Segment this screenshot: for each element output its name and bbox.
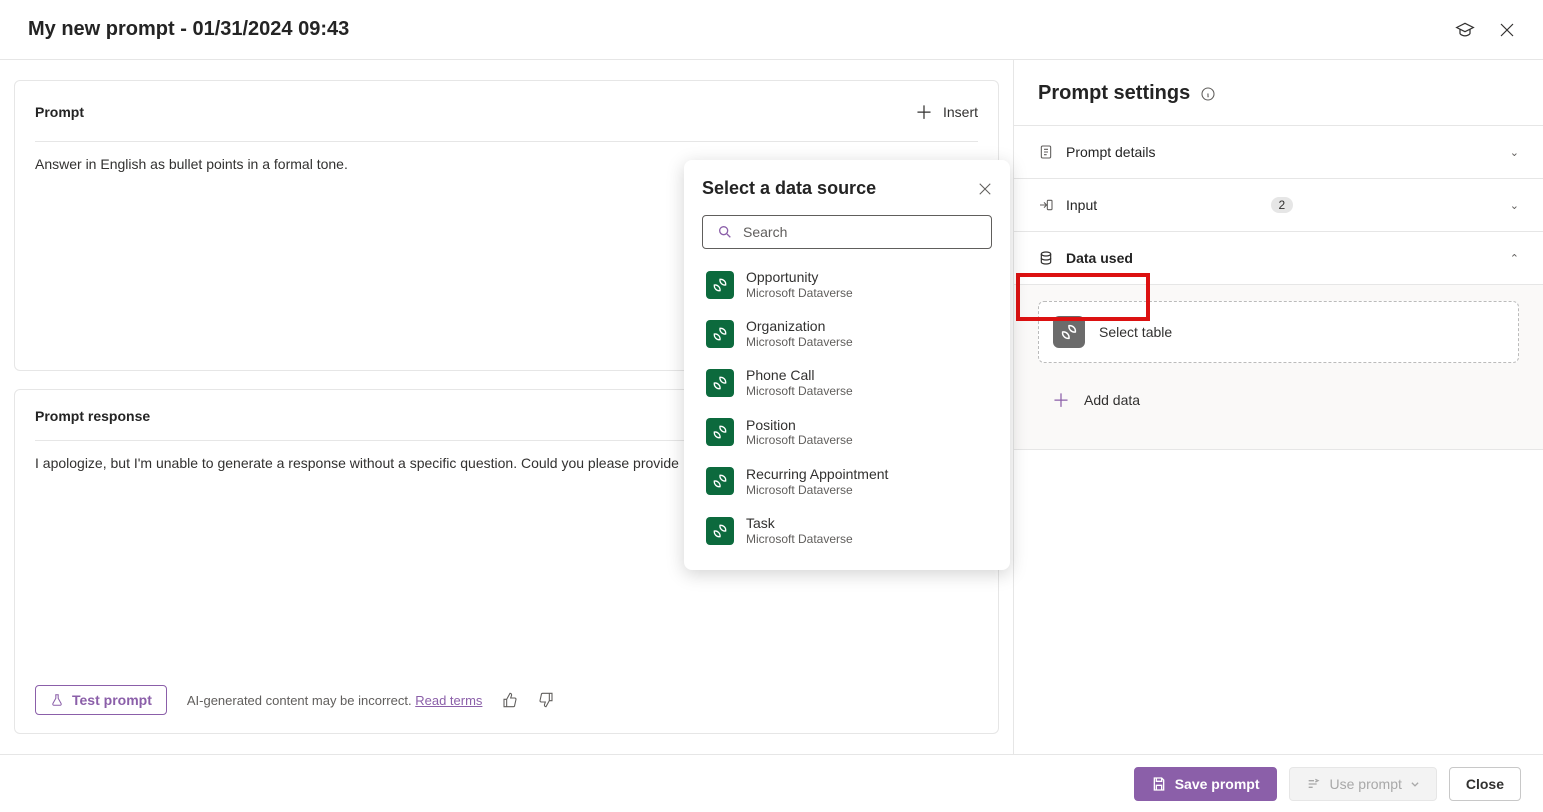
- search-input[interactable]: [743, 224, 977, 240]
- database-icon: [1038, 250, 1054, 266]
- test-prompt-button[interactable]: Test prompt: [35, 685, 167, 715]
- thumbs-up-icon[interactable]: [502, 692, 518, 708]
- settings-panel: Prompt settings Prompt details ⌄ Input 2…: [1013, 60, 1543, 754]
- header-actions: [1455, 20, 1515, 40]
- dataverse-icon: [706, 320, 734, 348]
- accordion-prompt-details[interactable]: Prompt details ⌄: [1014, 126, 1543, 179]
- thumbs-down-icon[interactable]: [538, 692, 554, 708]
- save-prompt-label: Save prompt: [1175, 776, 1260, 792]
- chevron-down-icon: [1410, 779, 1420, 789]
- dataverse-icon: [706, 369, 734, 397]
- dataverse-icon: [1053, 316, 1085, 348]
- popup-close-icon[interactable]: [978, 182, 992, 196]
- document-icon: [1038, 144, 1054, 160]
- data-source-sub: Microsoft Dataverse: [746, 483, 888, 497]
- read-terms-link[interactable]: Read terms: [415, 693, 482, 708]
- add-data-button[interactable]: ＋ Add data: [1038, 373, 1519, 427]
- popup-title: Select a data source: [702, 178, 876, 199]
- data-source-name: Opportunity: [746, 269, 853, 286]
- data-source-name: Position: [746, 417, 853, 434]
- dataverse-icon: [706, 517, 734, 545]
- search-input-wrapper[interactable]: [702, 215, 992, 249]
- data-source-name: Organization: [746, 318, 853, 335]
- data-source-sub: Microsoft Dataverse: [746, 286, 853, 300]
- dataverse-icon: [706, 271, 734, 299]
- data-source-sub: Microsoft Dataverse: [746, 433, 853, 447]
- test-prompt-label: Test prompt: [72, 692, 152, 708]
- prompt-card-title: Prompt: [35, 104, 84, 120]
- insert-button[interactable]: ＋ Insert: [915, 99, 978, 125]
- header-bar: My new prompt - 01/31/2024 09:43: [0, 0, 1543, 60]
- data-source-item[interactable]: Phone Call Microsoft Dataverse: [702, 361, 992, 404]
- info-icon[interactable]: [1200, 86, 1216, 102]
- data-used-body: Select table ＋ Add data: [1014, 284, 1543, 449]
- flow-icon: [1306, 776, 1322, 792]
- popup-header: Select a data source: [702, 178, 992, 199]
- data-source-sub: Microsoft Dataverse: [746, 335, 853, 349]
- data-source-item[interactable]: Task Microsoft Dataverse: [702, 509, 992, 552]
- ai-note: AI-generated content may be incorrect. R…: [187, 693, 483, 708]
- graduation-icon[interactable]: [1455, 20, 1475, 40]
- data-source-item[interactable]: Opportunity Microsoft Dataverse: [702, 263, 992, 306]
- use-prompt-button: Use prompt: [1289, 767, 1437, 801]
- data-source-name: Task: [746, 515, 853, 532]
- data-source-name: Phone Call: [746, 367, 853, 384]
- settings-header: Prompt settings: [1014, 60, 1543, 126]
- chevron-down-icon: ⌄: [1510, 199, 1519, 212]
- close-label: Close: [1466, 776, 1504, 792]
- insert-label: Insert: [943, 104, 978, 120]
- data-source-item[interactable]: Organization Microsoft Dataverse: [702, 312, 992, 355]
- plus-icon: ＋: [915, 99, 933, 125]
- chevron-down-icon: ⌄: [1510, 146, 1519, 159]
- save-prompt-button[interactable]: Save prompt: [1134, 767, 1277, 801]
- add-data-label: Add data: [1084, 392, 1140, 408]
- use-prompt-label: Use prompt: [1330, 776, 1402, 792]
- data-source-sub: Microsoft Dataverse: [746, 384, 853, 398]
- close-button[interactable]: Close: [1449, 767, 1521, 801]
- close-icon[interactable]: [1499, 22, 1515, 38]
- input-count-badge: 2: [1271, 197, 1294, 213]
- accordion-label: Data used: [1066, 250, 1498, 266]
- chevron-up-icon: ⌃: [1510, 252, 1519, 265]
- select-table-button[interactable]: Select table: [1038, 301, 1519, 363]
- response-card-title: Prompt response: [35, 408, 150, 424]
- accordion-input[interactable]: Input 2 ⌄: [1014, 179, 1543, 232]
- data-source-name: Recurring Appointment: [746, 466, 888, 483]
- input-icon: [1038, 197, 1054, 213]
- footer-bar: Save prompt Use prompt Close: [0, 754, 1543, 812]
- prompt-card-header: Prompt ＋ Insert: [35, 99, 978, 142]
- beaker-icon: [50, 693, 64, 707]
- page-title: My new prompt - 01/31/2024 09:43: [28, 18, 349, 41]
- data-source-sub: Microsoft Dataverse: [746, 532, 853, 546]
- accordion-label: Input: [1066, 197, 1259, 213]
- accordion-data-used[interactable]: Data used ⌃ Select table ＋ Add data: [1014, 232, 1543, 450]
- response-footer: Test prompt AI-generated content may be …: [35, 671, 978, 715]
- accordion-label: Prompt details: [1066, 144, 1498, 160]
- save-icon: [1151, 776, 1167, 792]
- data-source-popup: Select a data source Opportunity Microso…: [684, 160, 1010, 570]
- data-source-item[interactable]: Recurring Appointment Microsoft Datavers…: [702, 460, 992, 503]
- dataverse-icon: [706, 418, 734, 446]
- dataverse-icon: [706, 467, 734, 495]
- settings-title: Prompt settings: [1038, 82, 1190, 105]
- data-source-list: Opportunity Microsoft Dataverse Organiza…: [702, 263, 992, 552]
- data-source-item[interactable]: Position Microsoft Dataverse: [702, 411, 992, 454]
- plus-icon: ＋: [1052, 387, 1070, 413]
- select-table-label: Select table: [1099, 324, 1172, 340]
- search-icon: [717, 224, 733, 240]
